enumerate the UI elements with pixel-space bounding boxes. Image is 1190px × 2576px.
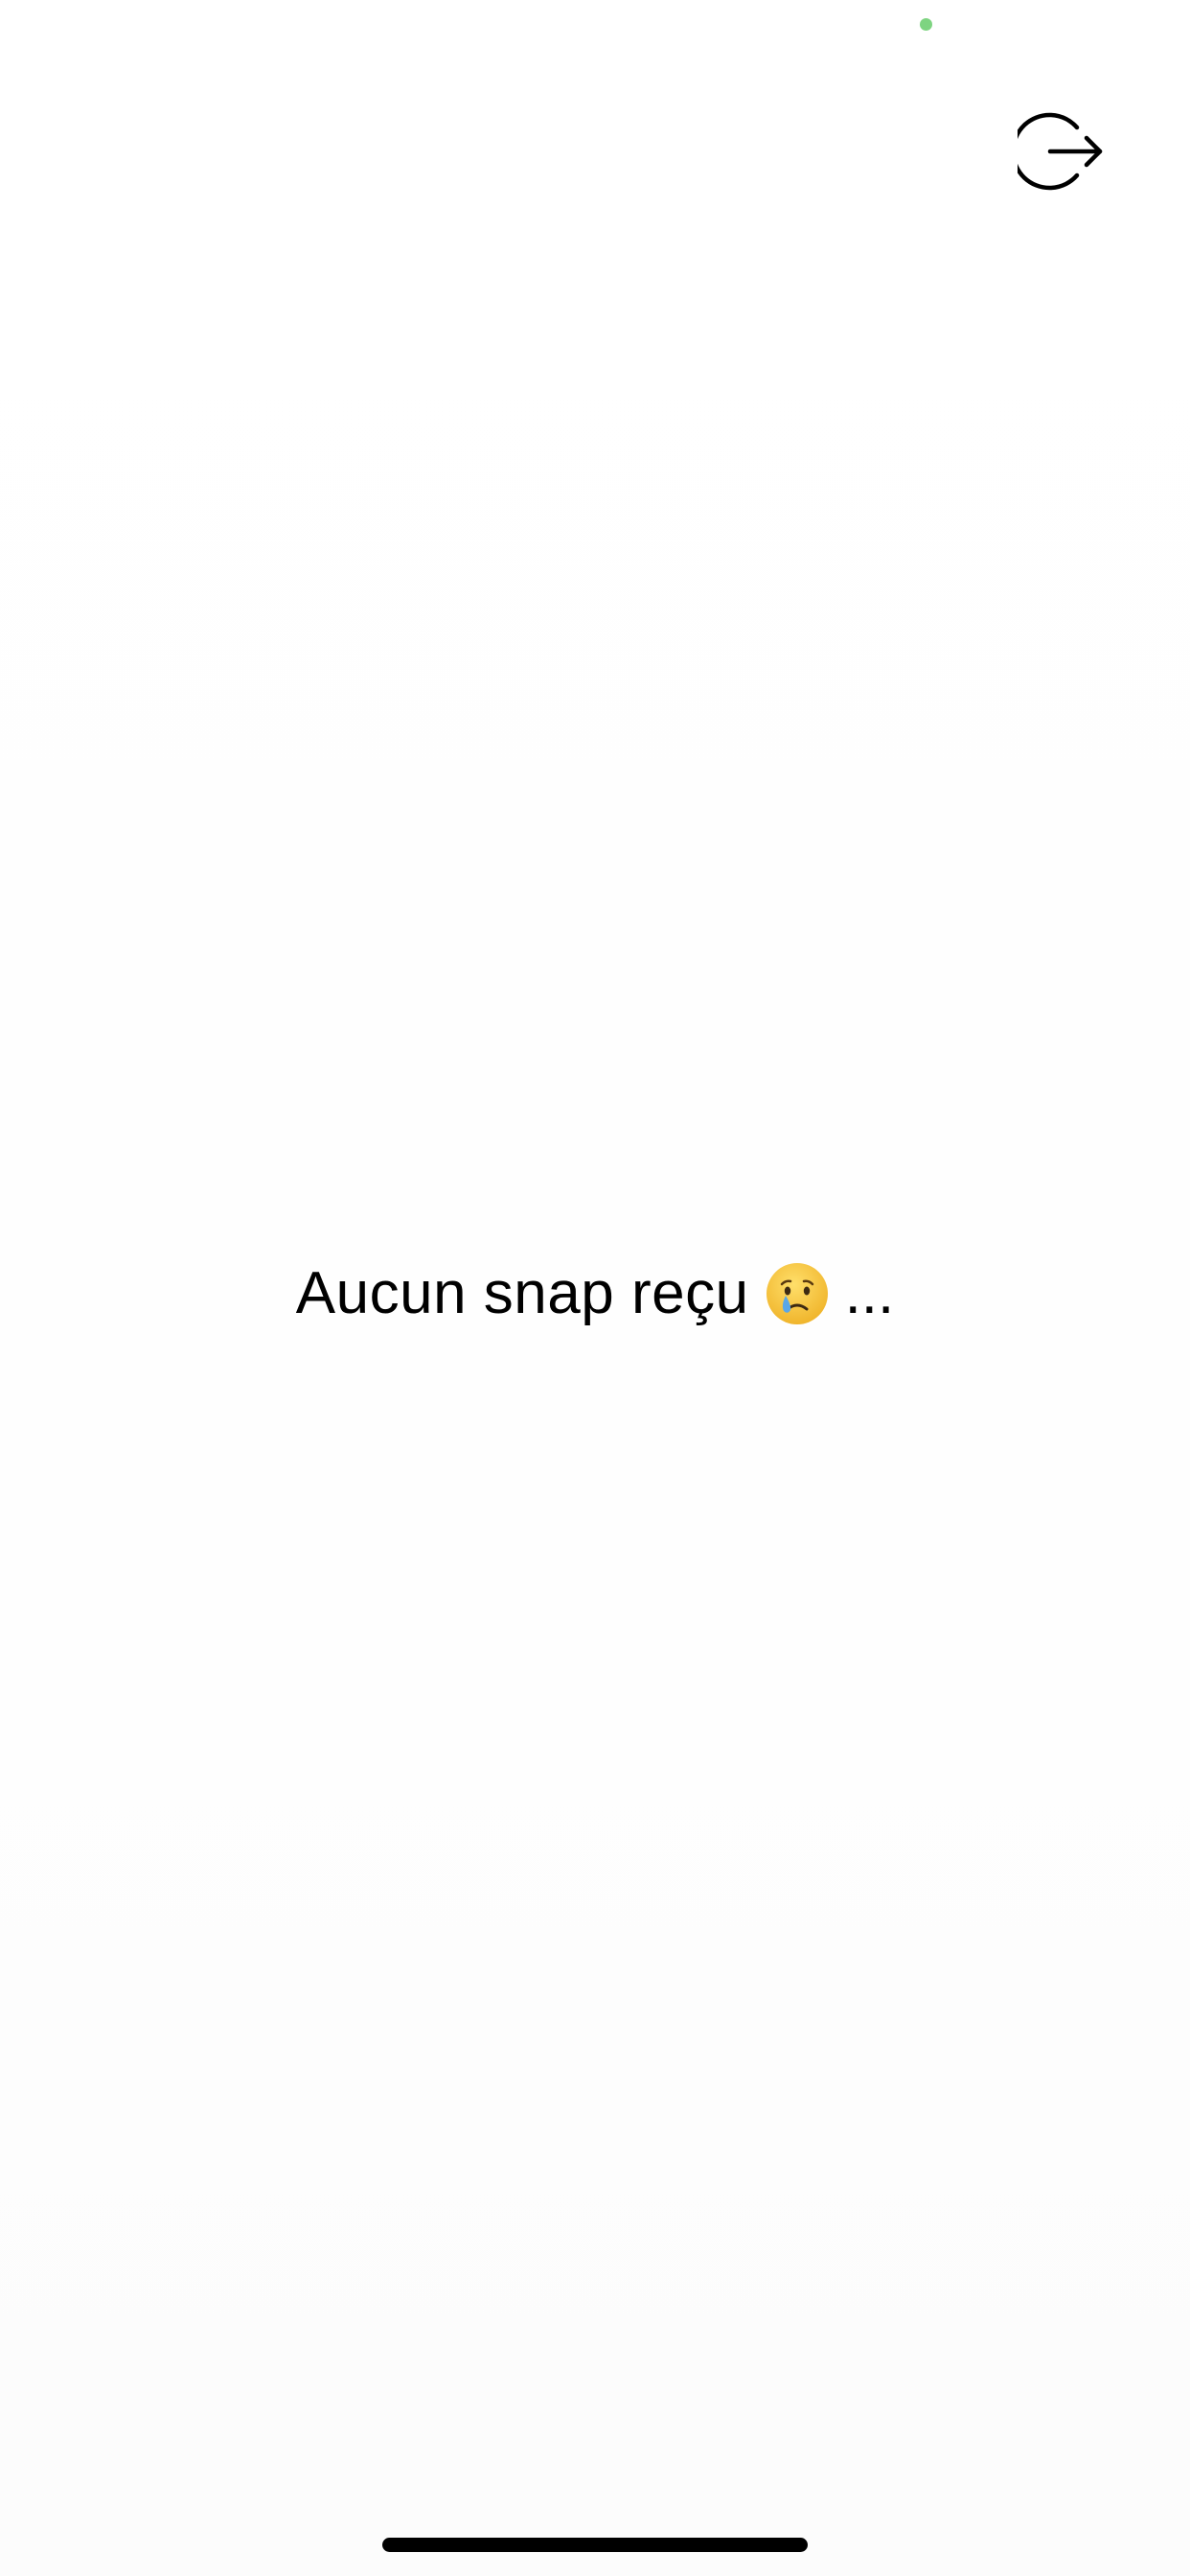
ellipsis: ... [844, 1260, 895, 1326]
empty-state: Aucun snap reçu ... [0, 1255, 1190, 1332]
camera-in-use-indicator [920, 18, 932, 31]
empty-state-message: Aucun snap reçu [295, 1260, 749, 1326]
logout-button[interactable] [1018, 110, 1104, 193]
screen: Aucun snap reçu ... [0, 0, 1190, 2576]
crying-face-icon [765, 1261, 830, 1326]
home-indicator[interactable] [382, 2538, 808, 2552]
logout-icon [1018, 110, 1104, 193]
